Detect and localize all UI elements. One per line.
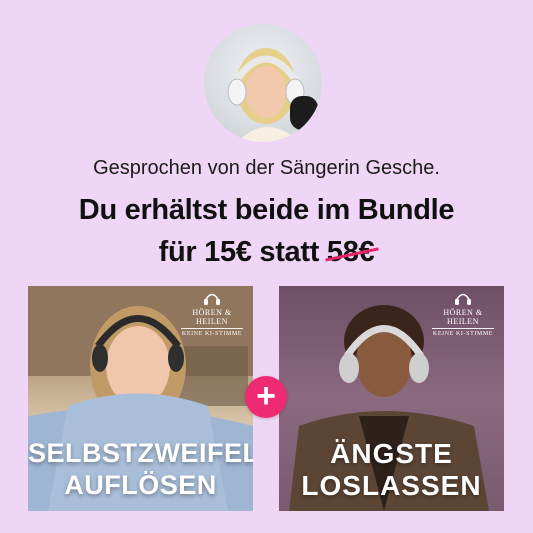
plus-icon: + <box>245 376 287 418</box>
headline-line-2: für 15€ statt 58€ <box>0 236 533 269</box>
product-card-selbstzweifel[interactable]: HÖREN & HEILEN KEINE KI-STIMME SELBSTZWE… <box>28 286 253 511</box>
headphones-icon <box>455 293 471 305</box>
price-text: für 15€ statt <box>158 236 320 268</box>
headphones-icon <box>204 293 220 305</box>
card-title-line-2: AUFLÖSEN <box>64 470 217 500</box>
headline-line-1: Du erhältst beide im Bundle <box>78 194 455 226</box>
card-title-line-2: LOSLASSEN <box>301 470 482 501</box>
product-card-aengste[interactable]: HÖREN & HEILEN KEINE KI-STIMME ÄNGSTE LO… <box>279 286 504 511</box>
brand-name: HÖREN & HEILEN <box>192 308 232 326</box>
brand-tagline: KEINE KI-STIMME <box>181 331 243 337</box>
brand-divider <box>432 328 494 329</box>
brand-divider <box>181 328 243 329</box>
brand-tagline: KEINE KI-STIMME <box>432 331 494 337</box>
brand-name: HÖREN & HEILEN <box>443 308 483 326</box>
card-title-line-1: ÄNGSTE <box>330 438 453 469</box>
brand-logo-right: HÖREN & HEILEN KEINE KI-STIMME <box>428 290 498 337</box>
speaker-caption: Gesprochen von der Sängerin Gesche. <box>93 157 440 179</box>
card-title-line-1: SELBSTZWEIFEL <box>28 438 253 468</box>
brand-logo-left: HÖREN & HEILEN KEINE KI-STIMME <box>177 290 247 337</box>
old-price: 58€ <box>326 236 375 268</box>
speaker-photo <box>204 24 322 142</box>
